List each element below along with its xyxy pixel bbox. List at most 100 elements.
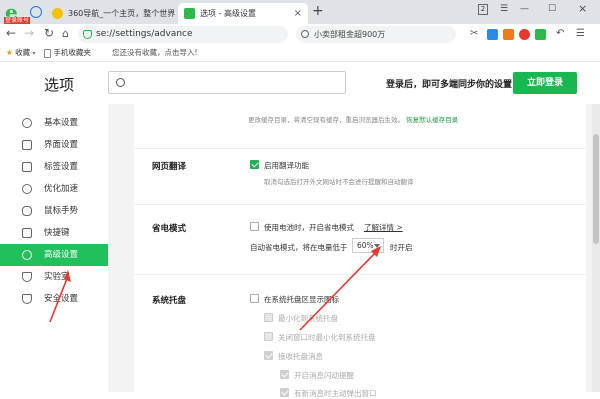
tab-title: 选项 - 高级设置 <box>200 9 256 18</box>
sidebar-item-lab[interactable]: 实验室 <box>0 266 108 288</box>
bookmark-favorites[interactable]: ★ 收藏 ▾ <box>6 44 36 63</box>
tab-favicon-icon <box>184 8 195 19</box>
tab-icon <box>22 162 32 172</box>
forward-icon[interactable]: → <box>24 26 34 40</box>
sidebar-item-security[interactable]: 安全设置 <box>0 288 108 310</box>
login-button[interactable]: 立即登录 <box>513 72 577 94</box>
translate-label: 启用翻译功能 <box>264 161 309 170</box>
navigate-icon[interactable] <box>30 6 42 18</box>
chevron-down-icon: ▾ <box>32 50 36 57</box>
tray-messages-checkbox[interactable] <box>264 351 273 360</box>
sidebar-item-interface[interactable]: 界面设置 <box>0 134 108 156</box>
login-sync-tip: 登录后，即可多端同步你的设置 <box>386 80 513 90</box>
back-icon[interactable]: ← <box>6 26 16 40</box>
section-title-tray: 系统托盘 <box>152 296 187 306</box>
mouse-icon <box>22 206 32 216</box>
close-tab-icon[interactable]: × <box>294 3 302 24</box>
translate-hint: 取消勾选后打开外文网站时不会进行提醒和自动翻译 <box>264 178 414 186</box>
close-window-icon[interactable]: × <box>578 2 587 15</box>
popup-window-checkbox[interactable] <box>280 388 289 397</box>
search-text: 小卖部租金超900万 <box>314 30 386 39</box>
cache-hint: 更改缓存目录，将清空现有缓存，重启浏览器后生效。 恢复默认缓存目录 <box>248 116 459 124</box>
settings-search-input[interactable] <box>108 71 346 94</box>
threshold-value: 60% <box>357 241 374 250</box>
tray-icon-checkbox[interactable] <box>250 294 259 303</box>
extension-red-icon[interactable] <box>519 29 530 40</box>
extension-green-icon[interactable] <box>535 29 546 40</box>
minimize-to-tray-label: 最小化到系统托盘 <box>278 314 338 323</box>
speed-icon <box>22 184 32 194</box>
sidebar-item-advanced[interactable]: 高级设置 <box>0 244 108 266</box>
search-icon <box>116 78 125 87</box>
battery-threshold-select[interactable]: 60% <box>352 238 384 253</box>
learn-more-link[interactable]: 了解详情 > <box>364 222 403 233</box>
keyboard-icon <box>22 228 32 238</box>
close-to-tray-label: 关闭窗口时最小化到系统托盘 <box>278 333 376 342</box>
chevron-down-icon <box>374 244 380 248</box>
scrollbar-thumb[interactable] <box>593 134 599 244</box>
scrollbar[interactable] <box>592 104 600 392</box>
tab-settings-advanced[interactable]: 选项 - 高级设置 × <box>178 3 308 24</box>
sidebar-item-label: 界面设置 <box>44 140 79 150</box>
undo-icon[interactable]: ↶ <box>556 28 564 39</box>
sidebar-item-shortcuts[interactable]: 快捷键 <box>0 222 108 244</box>
home-icon[interactable]: ⌂ <box>62 27 69 40</box>
bookmark-label: 手机收藏夹 <box>53 48 91 57</box>
sidebar-item-label: 基本设置 <box>44 118 79 128</box>
menu-icon[interactable]: ☰ <box>500 4 508 14</box>
power-saving-checkbox[interactable] <box>250 222 259 231</box>
popup-window-label: 有新消息时主动弹出窗口 <box>294 389 377 398</box>
message-flash-checkbox[interactable] <box>280 370 289 379</box>
sidebar-item-label: 鼠标手势 <box>44 206 79 216</box>
divider <box>134 274 586 275</box>
sidebar-item-basic[interactable]: 基本设置 <box>0 112 108 134</box>
refresh-icon[interactable]: ↻ <box>44 26 54 40</box>
address-text: se://settings/advance <box>96 29 193 39</box>
settings-sidebar: 基本设置 界面设置 标签设置 优化加速 鼠标手势 快捷键 高级设置 实验室 安全… <box>0 104 108 392</box>
star-icon: ★ <box>6 48 13 57</box>
sidebar-item-label: 安全设置 <box>44 294 79 304</box>
scissors-icon[interactable]: ✂ <box>470 28 478 39</box>
section-title-power: 省电模式 <box>152 224 187 234</box>
divider <box>134 204 586 205</box>
minimize-icon[interactable]: — <box>520 4 529 14</box>
tab-favicon-icon <box>52 8 63 19</box>
bookmark-import-hint[interactable]: 您还没有收藏，点击导入! <box>112 44 198 62</box>
settings-icon <box>22 118 32 128</box>
bookmark-label: 收藏 <box>15 48 31 57</box>
advanced-icon <box>22 250 32 260</box>
message-flash-label: 开启消息闪动提醒 <box>294 371 354 380</box>
search-input[interactable]: 小卖部租金超900万 <box>296 26 456 43</box>
extension-blue-icon[interactable] <box>487 29 498 40</box>
power-saving-label: 使用电池时，开启省电模式 <box>264 223 354 232</box>
bookmark-mobile[interactable]: 手机收藏夹 <box>44 44 91 62</box>
tab-360-nav[interactable]: 360导航_一个主页，整个世界 <box>46 3 176 24</box>
sidebar-item-mouse[interactable]: 鼠标手势 <box>0 200 108 222</box>
more-menu-icon[interactable]: ☰ <box>576 28 585 39</box>
tab-count-badge[interactable]: 2 <box>478 4 488 15</box>
sidebar-item-label: 优化加速 <box>44 184 79 194</box>
restore-cache-link[interactable]: 恢复默认缓存目录 <box>406 116 458 124</box>
tray-icon-label: 在系统托盘区显示图标 <box>264 295 339 304</box>
search-icon <box>301 30 309 38</box>
tray-messages-label: 接收托盘消息 <box>278 352 323 361</box>
translate-checkbox[interactable] <box>250 160 259 169</box>
new-tab-button[interactable]: + <box>312 3 324 19</box>
browser-logo[interactable]: e 登录账号 <box>4 0 31 25</box>
auto-power-suffix: 时开启 <box>390 243 413 252</box>
tab-title: 360导航_一个主页，整个世界 <box>68 9 176 18</box>
security-shield-icon <box>83 30 92 39</box>
sidebar-item-tabs[interactable]: 标签设置 <box>0 156 108 178</box>
shield-icon <box>22 294 32 304</box>
minimize-to-tray-checkbox[interactable] <box>264 313 273 322</box>
settings-panel: 更改缓存目录，将清空现有缓存，重启浏览器后生效。 恢复默认缓存目录 网页翻译 启… <box>134 104 586 398</box>
lab-icon <box>22 272 32 282</box>
extension-orange-icon[interactable] <box>503 29 514 40</box>
toolbar: ← → ↻ ⌂ se://settings/advance ☆ 小卖部租金超90… <box>0 24 600 44</box>
tab-bar: e 登录账号 360导航_一个主页，整个世界 选项 - 高级设置 × + 2 ☰… <box>0 0 600 25</box>
address-bar[interactable]: se://settings/advance ☆ <box>78 26 327 43</box>
close-to-tray-checkbox[interactable] <box>264 332 273 341</box>
sidebar-item-label: 实验室 <box>44 272 70 282</box>
maximize-icon[interactable]: ☐ <box>548 4 556 14</box>
sidebar-item-speed[interactable]: 优化加速 <box>0 178 108 200</box>
